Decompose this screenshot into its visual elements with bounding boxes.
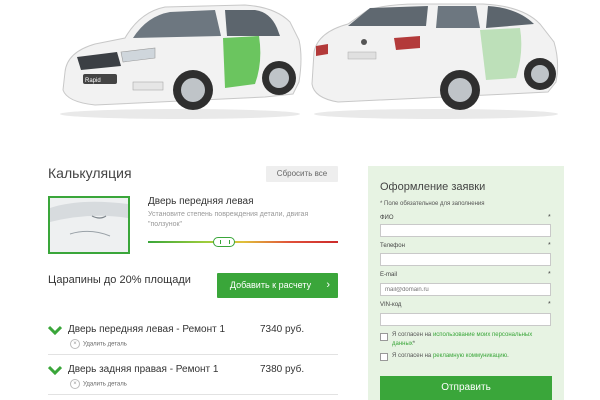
email-field-label: E-mail [380, 272, 398, 278]
highlighted-door-panel [223, 36, 261, 88]
vin-field-label: VIN-код [380, 302, 402, 308]
item-price: 7380 руб. [260, 364, 305, 375]
consent-suffix: * [412, 341, 416, 347]
selected-part-hint: Установите степень повреждения детали, д… [148, 211, 309, 228]
order-form-title: Оформление заявки [380, 181, 486, 193]
delete-part-button[interactable]: × Удалить деталь [70, 379, 127, 389]
consent-prefix: Я согласен на [392, 353, 432, 359]
reset-all-button[interactable]: Сбросить все [266, 166, 338, 182]
add-to-calculation-label: Добавить к расчету [229, 280, 312, 290]
item-title: Дверь передняя левая - Ремонт 1 [68, 324, 226, 335]
car-front-view[interactable]: Rapid [55, 2, 305, 120]
consent-personal-data-label: Я согласен на использование моих персона… [392, 331, 542, 349]
email-field[interactable] [380, 283, 551, 296]
damage-level-label: Царапины до 20% площади [48, 274, 191, 286]
highlighted-rear-door-panel [480, 28, 522, 80]
submit-button[interactable]: Отправить [380, 376, 552, 400]
delete-part-button[interactable]: × Удалить деталь [70, 339, 127, 349]
phone-field[interactable] [380, 253, 551, 266]
chevron-right-icon: › [326, 279, 330, 291]
name-field[interactable] [380, 224, 551, 237]
consent-personal-data-checkbox[interactable] [380, 333, 388, 341]
phone-field-label: Телефон [380, 243, 405, 249]
delete-part-label: Удалить деталь [83, 341, 127, 348]
chevron-down-icon[interactable] [48, 325, 62, 335]
consent-suffix: . [507, 353, 509, 359]
consent-advertising-checkbox[interactable] [380, 353, 388, 361]
delete-part-label: Удалить деталь [83, 381, 127, 388]
advertising-link[interactable]: рекламную коммуникацию [433, 353, 507, 359]
car-preview: Rapid [0, 0, 600, 150]
required-mark: * [548, 271, 551, 278]
calculator-title: Калькуляция [48, 165, 132, 181]
selected-part-name: Дверь передняя левая [148, 196, 254, 207]
required-mark: * [548, 214, 551, 221]
car-badge: Rapid [85, 78, 101, 84]
required-mark: * [548, 242, 551, 249]
add-to-calculation-button[interactable]: Добавить к расчету › [217, 273, 338, 298]
required-mark: * [548, 301, 551, 308]
vin-field[interactable] [380, 313, 551, 326]
order-form: Оформление заявки * Поле обязательное дл… [368, 166, 564, 400]
chevron-down-icon[interactable] [48, 365, 62, 375]
item-price: 7340 руб. [260, 324, 305, 335]
divider [48, 394, 338, 395]
damage-slider[interactable] [148, 236, 338, 248]
part-thumbnail [48, 196, 130, 254]
car-rear-view[interactable] [308, 2, 563, 120]
divider [48, 354, 338, 355]
damage-slider-handle[interactable] [213, 237, 235, 247]
item-title: Дверь задняя правая - Ремонт 1 [68, 364, 219, 375]
close-icon: × [70, 379, 80, 389]
consent-advertising-label: Я согласен на рекламную коммуникацию. [392, 352, 542, 361]
close-icon: × [70, 339, 80, 349]
name-field-label: ФИО [380, 215, 394, 221]
damage-slider-track [148, 241, 338, 243]
required-note: * Поле обязательное для заполнения [380, 201, 485, 207]
consent-prefix: Я согласен на [392, 332, 432, 338]
